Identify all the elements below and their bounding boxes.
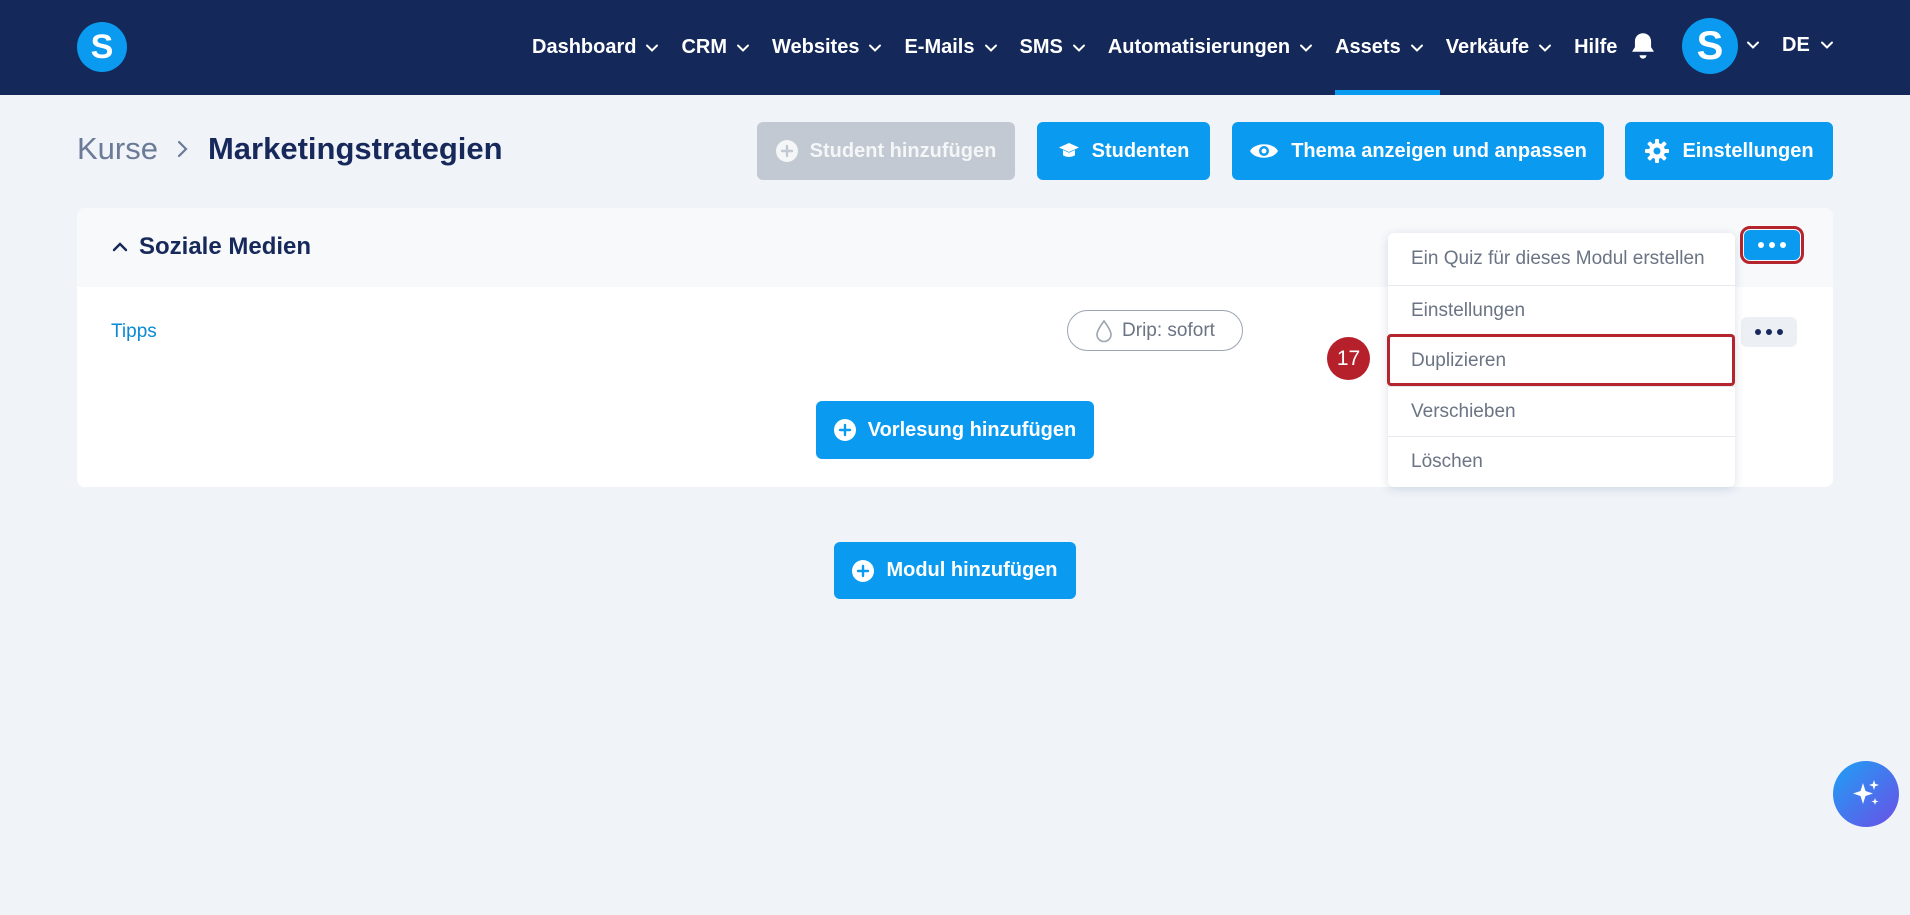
dot-icon [1769,242,1775,248]
language-selector[interactable]: DE [1782,30,1834,60]
add-lecture-label: Vorlesung hinzufügen [867,418,1077,441]
lecture-link[interactable]: Tipps [111,321,157,343]
drip-label: Drip: sofort [1122,319,1215,341]
dot-icon [1755,329,1761,335]
chevron-down-icon [1300,44,1313,52]
user-avatar[interactable]: S [1682,18,1738,74]
nav-item-assets[interactable]: Assets [1335,0,1440,95]
chevron-down-icon [1410,44,1423,52]
highlight-box [1387,334,1735,386]
nav-item-verkäufe[interactable]: Verkäufe [1446,0,1552,95]
chevron-up-icon [112,242,128,252]
breadcrumb: Kurse Marketingstrategien [77,131,503,167]
page-title: Marketingstrategien [207,131,503,166]
top-navigation-bar: S Dashboard CRM Websites E-Mails SMS Automati… [0,0,1910,95]
nav-item-websites[interactable]: Websites [772,0,882,95]
chevron-down-icon [1072,44,1085,52]
nav-item-label: Verkäufe [1445,36,1530,58]
add-student-label: Student hinzufügen [809,139,997,162]
chevron-down-icon [1820,41,1833,49]
chevron-down-icon [646,44,659,52]
chevron-down-icon [869,44,882,52]
plus-circle-icon [852,559,875,582]
dot-icon [1780,242,1786,248]
students-label: Studenten [1091,139,1190,162]
step-badge: 17 [1327,337,1370,380]
breadcrumb-root-link[interactable]: Kurse [77,131,158,167]
lecture-more-button[interactable] [1741,317,1797,347]
add-module-label: Modul hinzufügen [886,559,1058,581]
nav-item-label: Assets [1335,36,1401,58]
water-drop-icon [1096,319,1112,342]
nav-item-dashboard[interactable]: Dashboard [532,0,659,95]
module-title: Soziale Medien [139,233,312,260]
nav-item-label: Hilfe [1574,36,1618,58]
nav-item-hilfe[interactable]: Hilfe [1574,0,1617,95]
drip-badge[interactable]: Drip: sofort [1067,310,1243,351]
language-label: DE [1782,33,1810,56]
add-module-button[interactable]: Modul hinzufügen [834,542,1076,599]
graduation-cap-icon [1058,143,1079,157]
chevron-down-icon [737,44,750,52]
plus-circle-icon [775,140,798,162]
theme-button[interactable]: Thema anzeigen und anpassen [1232,122,1604,180]
module-toggle[interactable]: Soziale Medien [111,233,311,261]
nav-item-sms[interactable]: SMS [1020,0,1086,95]
dot-icon [1777,329,1783,335]
add-lecture-button[interactable]: Vorlesung hinzufügen [816,401,1094,459]
eye-icon [1250,144,1279,158]
menu-item[interactable]: Verschieben [1388,386,1735,436]
settings-button[interactable]: Einstellungen [1625,122,1833,180]
main-nav: Dashboard CRM Websites E-Mails SMS Automatisi… [532,0,1639,95]
nav-item-label: CRM [681,36,728,58]
chevron-down-icon [984,44,997,52]
nav-item-label: Automatisierungen [1107,36,1291,58]
nav-item-label: SMS [1019,36,1063,58]
chevron-right-icon [177,140,188,158]
menu-item[interactable]: Löschen [1388,436,1735,486]
add-student-button[interactable]: Student hinzufügen [757,122,1015,180]
plus-circle-icon [833,419,856,441]
nav-item-e-mails[interactable]: E-Mails [904,0,997,95]
settings-label: Einstellungen [1682,139,1814,162]
students-button[interactable]: Studenten [1037,122,1210,180]
nav-item-label: E-Mails [904,36,975,58]
chevron-down-icon[interactable] [1746,38,1760,52]
ai-assistant-button[interactable] [1833,761,1899,827]
chevron-down-icon [1539,44,1552,52]
notification-bell-icon[interactable] [1629,31,1657,61]
gear-icon [1645,139,1670,163]
module-more-button[interactable] [1740,226,1804,264]
nav-item-label: Websites [772,36,860,58]
menu-item[interactable]: Ein Quiz für dieses Modul erstellen [1388,234,1735,284]
app-logo[interactable]: S [77,22,127,72]
sparkle-icon [1853,780,1879,805]
dot-icon [1766,329,1772,335]
theme-label: Thema anzeigen und anpassen [1291,139,1587,162]
menu-item[interactable]: Einstellungen [1388,285,1735,335]
nav-item-label: Dashboard [532,36,637,58]
nav-item-automatisierungen[interactable]: Automatisierungen [1108,0,1313,95]
nav-item-crm[interactable]: CRM [681,0,750,95]
dot-icon [1758,242,1764,248]
